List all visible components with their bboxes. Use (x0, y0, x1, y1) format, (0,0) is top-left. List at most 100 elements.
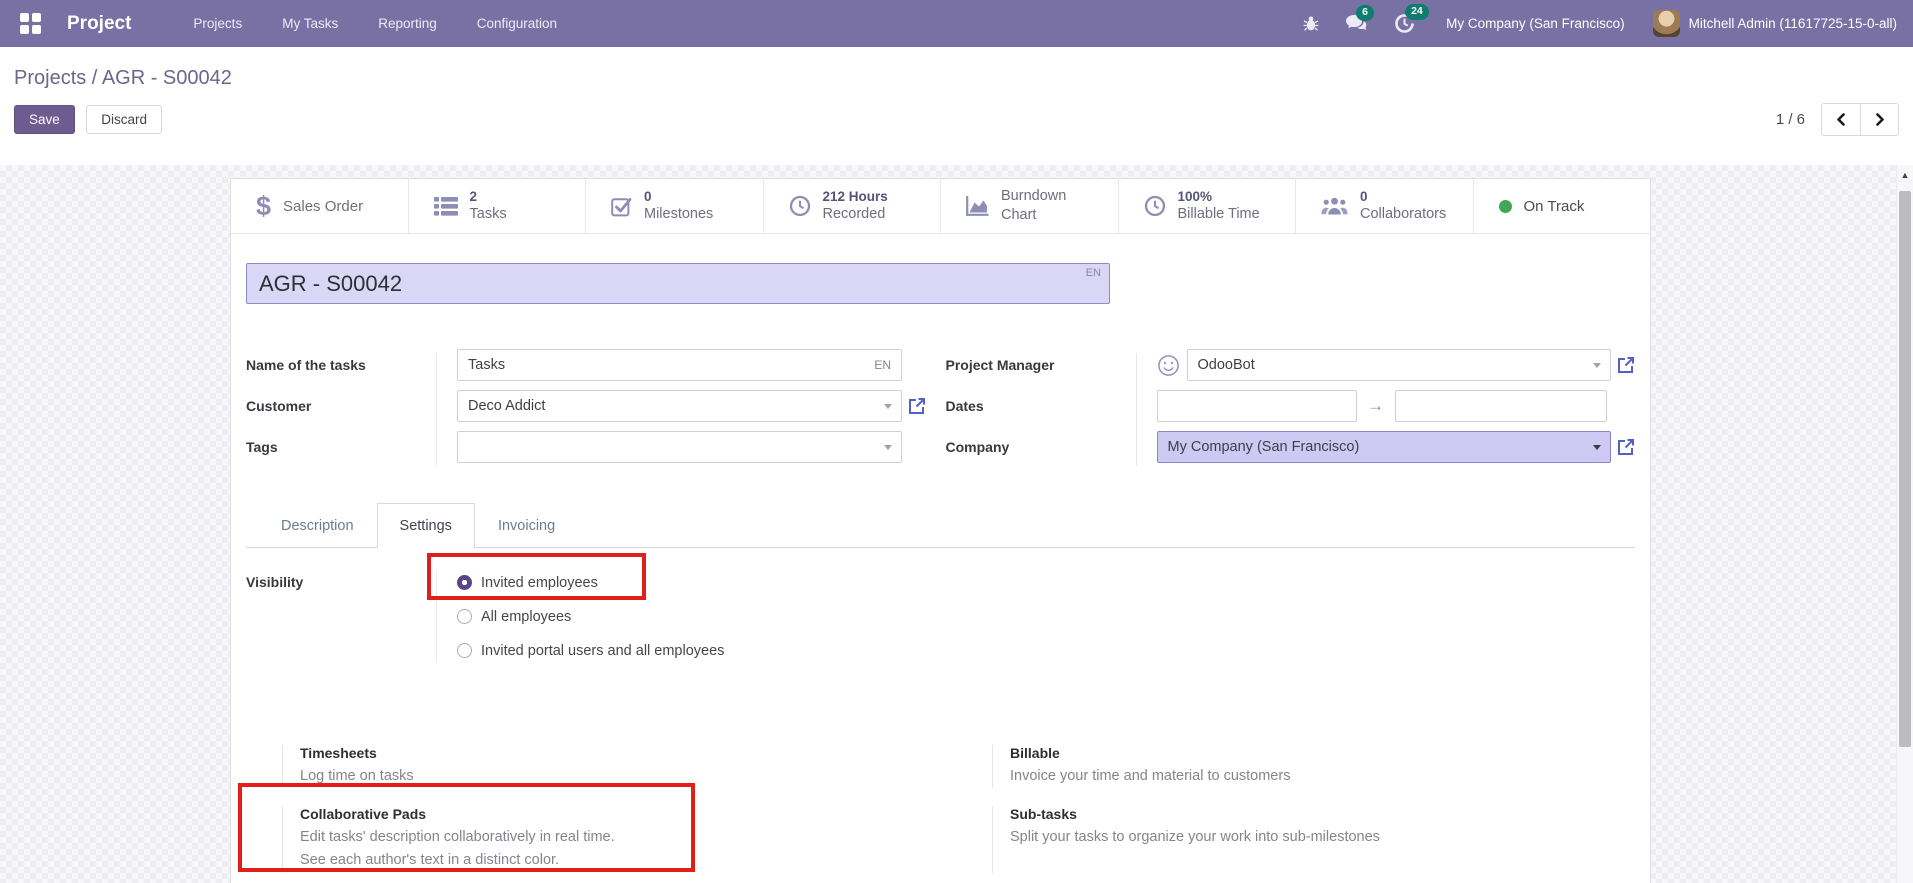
radio-all-employees[interactable]: All employees (457, 606, 724, 627)
settings-tab-content: Visibility Invited employees All employe… (246, 548, 1635, 883)
collaborators-icon (1321, 197, 1348, 216)
collaborative-pads-title[interactable]: Collaborative Pads (300, 806, 615, 822)
toggle-sub-tasks: Sub-tasks Split your tasks to organize y… (956, 806, 1666, 873)
stat-label: Burndown (1001, 188, 1067, 205)
company-external-link-icon[interactable] (1617, 438, 1635, 456)
tags-label: Tags (246, 439, 278, 455)
app-name[interactable]: Project (67, 13, 131, 35)
customer-value: Deco Addict (468, 398, 546, 414)
form-left-column: Name of the tasks Tasks EN Customer Deco… (246, 349, 936, 472)
stat-label: Collaborators (1360, 206, 1447, 223)
scrollbar-thumb[interactable] (1899, 191, 1911, 747)
breadcrumb[interactable]: Projects / AGR - S00042 (14, 67, 232, 89)
status-dot-icon (1498, 199, 1512, 213)
stat-label: Billable Time (1177, 206, 1260, 223)
form-view-background: $ Sales Order 2 Tasks 0 Milestones 212 H… (0, 165, 1913, 883)
stat-button-hours-recorded[interactable]: 212 Hours Recorded (763, 179, 941, 233)
debug-bug-icon[interactable] (1303, 15, 1319, 32)
stat-label: Tasks (469, 206, 507, 223)
toggle-billable: Billable Invoice your time and material … (956, 745, 1666, 789)
stat-label: Sales Order (283, 197, 364, 215)
user-avatar[interactable] (1652, 10, 1680, 37)
pager-next-button[interactable] (1860, 104, 1898, 135)
dates-arrow-icon: → (1367, 396, 1384, 415)
stat-button-collaborators[interactable]: 0 Collaborators (1296, 179, 1474, 233)
control-panel: Save Discard 1 / 6 (0, 90, 1913, 136)
dropdown-caret-icon (884, 404, 892, 409)
menu-reporting[interactable]: Reporting (358, 8, 457, 39)
stat-label: Recorded (822, 206, 886, 223)
stat-button-milestones[interactable]: 0 Milestones (586, 179, 764, 233)
dollar-icon: $ (256, 190, 272, 221)
radio-selected-icon[interactable] (457, 575, 472, 590)
timesheets-title[interactable]: Timesheets (300, 745, 414, 761)
dropdown-caret-icon (1593, 363, 1601, 368)
scrollbar-up-arrow-icon[interactable]: ▲ (1897, 165, 1913, 180)
stat-label: Milestones (644, 206, 714, 223)
project-title-value: AGR - S00042 (259, 270, 403, 296)
stat-button-burndown-chart[interactable]: Burndown Chart (941, 179, 1119, 233)
company-combobox[interactable]: My Company (San Francisco) (1156, 431, 1611, 463)
menu-projects[interactable]: Projects (173, 8, 262, 39)
apps-menu-icon[interactable] (20, 13, 41, 34)
tab-description[interactable]: Description (258, 503, 377, 548)
breadcrumb-row: Projects / AGR - S00042 (0, 47, 1913, 90)
save-button[interactable]: Save (14, 105, 75, 134)
name-of-tasks-input[interactable]: Tasks EN (457, 349, 902, 381)
toggle-timesheets: Timesheets Log time on tasks (246, 745, 956, 789)
messages-icon[interactable]: 6 (1345, 5, 1374, 33)
collaborative-pads-description-2: See each author's text in a distinct col… (300, 852, 560, 869)
stat-button-row: $ Sales Order 2 Tasks 0 Milestones 212 H… (231, 179, 1650, 234)
company-switcher[interactable]: My Company (San Francisco) (1446, 16, 1625, 31)
customer-combobox[interactable]: Deco Addict (457, 390, 902, 422)
clock-icon (1144, 195, 1166, 217)
project-manager-combobox[interactable]: OdooBot (1186, 349, 1611, 381)
date-end-input[interactable] (1394, 390, 1607, 422)
form-field-grid: Name of the tasks Tasks EN Customer Deco… (246, 349, 1635, 472)
burndown-chart-icon (966, 196, 989, 216)
form-sheet: $ Sales Order 2 Tasks 0 Milestones 212 H… (230, 178, 1651, 883)
tab-settings[interactable]: Settings (376, 503, 475, 548)
dropdown-caret-icon (884, 445, 892, 450)
stat-button-billable-time[interactable]: 100% Billable Time (1118, 179, 1296, 233)
stat-button-on-track[interactable]: On Track (1473, 179, 1650, 233)
radio-unselected-icon[interactable] (457, 643, 472, 658)
chevron-right-icon (1875, 113, 1884, 126)
timesheets-description: Log time on tasks (300, 768, 414, 784)
title-language-badge[interactable]: EN (1086, 267, 1101, 279)
date-start-input[interactable] (1156, 390, 1357, 422)
dropdown-caret-icon (1593, 445, 1601, 450)
visibility-radio-group: Invited employees All employees Invited … (436, 572, 724, 661)
radio-invited-employees[interactable]: Invited employees (457, 572, 724, 593)
tags-combobox[interactable] (457, 431, 902, 463)
billable-description: Invoice your time and material to custom… (1010, 768, 1291, 784)
name-language-badge[interactable]: EN (874, 358, 891, 372)
project-title-input[interactable]: AGR - S00042 EN (246, 263, 1110, 304)
customer-label: Customer (246, 398, 312, 414)
project-manager-value: OdooBot (1197, 357, 1255, 373)
messages-count-badge: 6 (1356, 5, 1374, 21)
billable-title[interactable]: Billable (1010, 745, 1290, 761)
dates-label: Dates (945, 398, 984, 414)
milestones-check-icon (611, 196, 632, 217)
tab-invoicing[interactable]: Invoicing (475, 503, 578, 548)
form-right-column: Project Manager OdooBot Dates → Company … (946, 349, 1636, 472)
company-label: Company (945, 439, 1010, 455)
discard-button[interactable]: Discard (86, 105, 162, 134)
stat-button-sales-order[interactable]: $ Sales Order (231, 179, 409, 233)
customer-external-link-icon[interactable] (908, 397, 926, 415)
radio-unselected-icon[interactable] (457, 609, 472, 624)
vertical-scrollbar[interactable]: ▲ (1896, 165, 1913, 883)
user-menu[interactable]: Mitchell Admin (11617725-15-0-all) (1689, 16, 1897, 31)
manager-avatar-smiley-icon (1157, 354, 1180, 377)
menu-my-tasks[interactable]: My Tasks (262, 8, 358, 39)
sub-tasks-title[interactable]: Sub-tasks (1010, 806, 1380, 822)
manager-external-link-icon[interactable] (1617, 356, 1635, 374)
name-of-tasks-label: Name of the tasks (246, 357, 366, 373)
stat-button-tasks[interactable]: 2 Tasks (408, 179, 586, 233)
pager-previous-button[interactable] (1822, 104, 1860, 135)
radio-invited-portal-users[interactable]: Invited portal users and all employees (457, 640, 724, 661)
notebook-tabs: Description Settings Invoicing (246, 503, 1635, 548)
menu-configuration[interactable]: Configuration (457, 8, 577, 39)
activities-clock-icon[interactable]: 24 (1394, 4, 1429, 34)
